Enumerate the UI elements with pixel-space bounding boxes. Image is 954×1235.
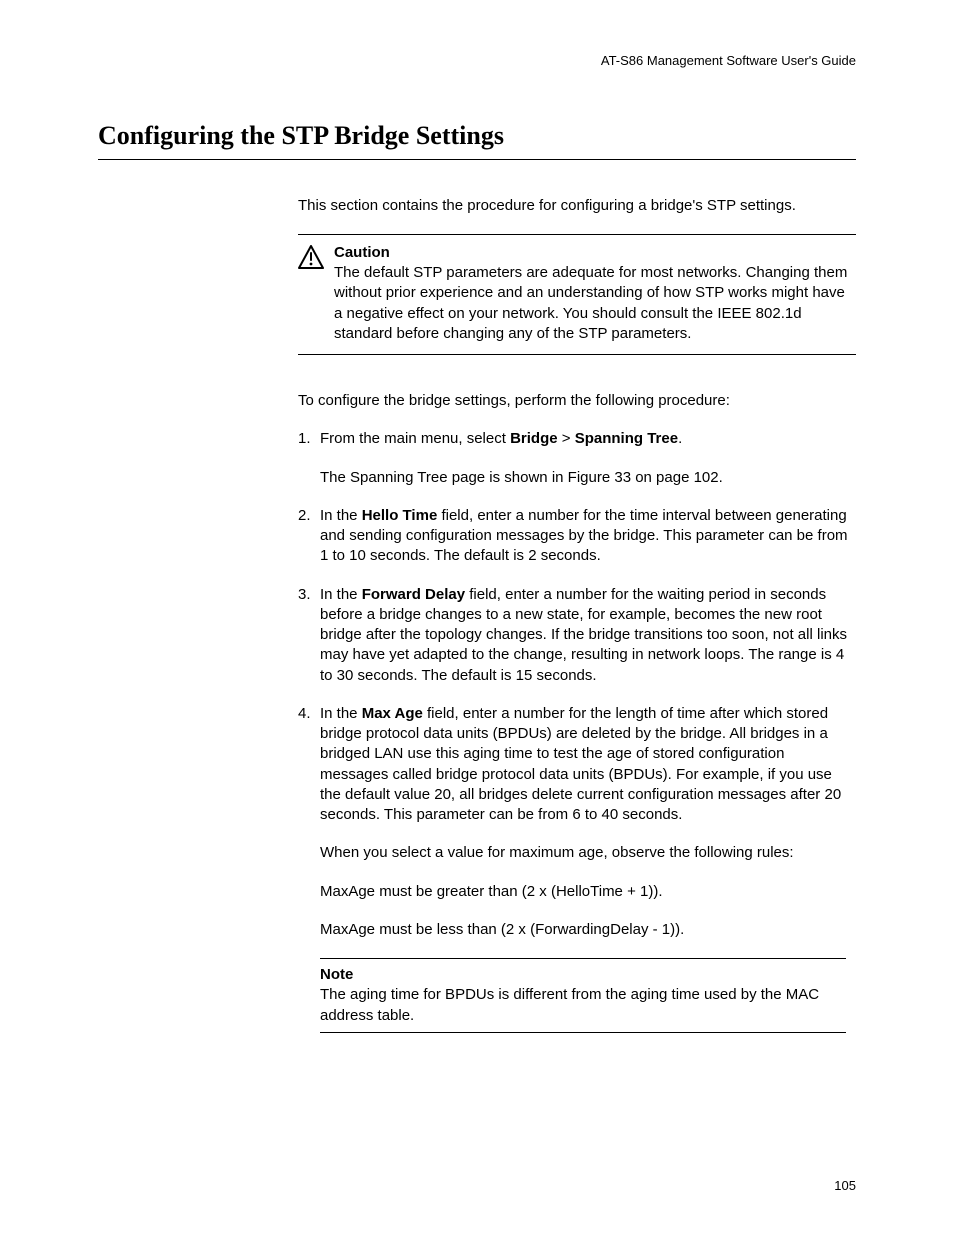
step-bold-term: Hello Time xyxy=(362,507,438,524)
caution-label: Caution xyxy=(334,243,856,263)
caution-text: Caution The default STP parameters are a… xyxy=(334,243,856,344)
step-bold-term: Bridge xyxy=(510,430,558,447)
procedure-step: 3. In the Forward Delay field, enter a n… xyxy=(298,585,856,686)
note-label: Note xyxy=(320,965,846,985)
procedure-step: 2. In the Hello Time field, enter a numb… xyxy=(298,506,856,567)
caution-icon xyxy=(298,243,324,275)
step-text: In the xyxy=(320,586,362,603)
step-number: 4. xyxy=(298,704,320,826)
step-bold-term: Spanning Tree xyxy=(575,430,678,447)
step-text: > xyxy=(558,430,575,447)
step-body: In the Max Age field, enter a number for… xyxy=(320,704,856,826)
step-subparagraph: When you select a value for maximum age,… xyxy=(320,843,856,863)
procedure-step: 4. In the Max Age field, enter a number … xyxy=(298,704,856,826)
procedure-step: 1. From the main menu, select Bridge > S… xyxy=(298,429,856,449)
step-subparagraph: The Spanning Tree page is shown in Figur… xyxy=(320,468,856,488)
section-heading: Configuring the STP Bridge Settings xyxy=(98,118,856,160)
page-number: 105 xyxy=(834,1177,856,1195)
note-box: Note The aging time for BPDUs is differe… xyxy=(320,958,846,1033)
step-number: 3. xyxy=(298,585,320,686)
intro-paragraph: This section contains the procedure for … xyxy=(298,196,856,216)
document-page: AT-S86 Management Software User's Guide … xyxy=(0,0,954,1235)
step-text: . xyxy=(678,430,682,447)
step-subparagraph: MaxAge must be greater than (2 x (HelloT… xyxy=(320,882,856,902)
step-text: In the xyxy=(320,507,362,524)
step-body: In the Hello Time field, enter a number … xyxy=(320,506,856,567)
step-body: In the Forward Delay field, enter a numb… xyxy=(320,585,856,686)
note-body: The aging time for BPDUs is different fr… xyxy=(320,986,819,1023)
step-number: 1. xyxy=(298,429,320,449)
step-number: 2. xyxy=(298,506,320,567)
caution-body: The default STP parameters are adequate … xyxy=(334,264,847,342)
step-body: From the main menu, select Bridge > Span… xyxy=(320,429,856,449)
step-text: From the main menu, select xyxy=(320,430,510,447)
step-text: In the xyxy=(320,705,362,722)
transition-paragraph: To configure the bridge settings, perfor… xyxy=(298,391,856,411)
running-header: AT-S86 Management Software User's Guide xyxy=(98,52,856,70)
caution-box: Caution The default STP parameters are a… xyxy=(298,234,856,355)
step-text: field, enter a number for the length of … xyxy=(320,705,841,823)
step-subparagraph: MaxAge must be less than (2 x (Forwardin… xyxy=(320,920,856,940)
step-bold-term: Max Age xyxy=(362,705,423,722)
step-bold-term: Forward Delay xyxy=(362,586,465,603)
body-column: This section contains the procedure for … xyxy=(298,196,856,1033)
